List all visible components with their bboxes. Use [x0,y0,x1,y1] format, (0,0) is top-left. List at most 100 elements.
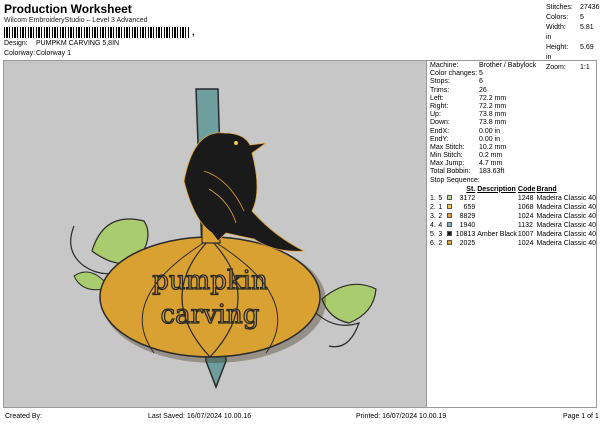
row-swatch [445,239,454,248]
table-row: 6. 2 2025 1024 Madeira Classic 40 [430,239,596,248]
col-brand: Brand [536,185,557,193]
row-number: 3. [430,212,436,220]
info-row: Left: 72.2 mm [430,95,596,103]
info-row: Max Stitch: 10.2 mm [430,144,596,152]
info-row: Machine: Brother / Babylock [430,62,596,70]
design-preview: pumpkin carving [4,61,427,407]
row-description [477,239,518,248]
info-value: 72.2 mm [479,102,507,110]
color-swatch-icon [446,231,452,237]
row-number: 6. [430,239,436,247]
row-code: 1024 [517,239,534,247]
summary-row: Colors: 5 [546,13,600,23]
table-row: 3. 2 8829 1024 Madeira Classic 40 [430,212,596,221]
row-description [477,212,518,221]
footer-page: Page 1 of 1 [563,413,599,420]
table-header-row: St. Description Code Brand [430,185,596,194]
info-row: EndX: 0.00 in [430,128,596,136]
row-brand: Madeira Classic 40 [536,230,596,238]
info-value: 6 [479,78,483,86]
stop-sequence-table: St. Description Code Brand 1. 5 3172 1248 Ma… [430,185,596,248]
info-key: Color changes: [430,70,478,78]
pumpkin-body [99,236,321,358]
info-key: Up: [430,111,441,119]
design-label: Design: [4,40,28,47]
row-swatch [445,221,454,230]
row-swatch [445,230,454,239]
colorway-row: Colorway: Colorway 1 [4,50,71,57]
row-code: 1248 [517,194,534,202]
row-brand: Madeira Classic 40 [536,221,596,229]
software-subtitle: Wilcom EmbroideryStudio – Level 3 Advanc… [4,17,148,24]
row-description: Amber Black [477,230,517,238]
design-value: PUMPKM CARVING 5,8IN [35,40,120,47]
info-panel: Machine: Brother / Babylock Color changes… [430,62,596,406]
col-code: Code [517,185,536,193]
barcode-tail: , [192,27,195,37]
leaf-left-small-icon [73,271,105,291]
info-value: 4.7 mm [479,160,503,168]
info-value: 73.8 mm [479,111,507,119]
info-row: Down: 73.8 mm [430,119,596,127]
color-swatch-icon [446,222,452,228]
info-key: Left: [430,94,444,102]
row-brand: Madeira Classic 40 [536,203,596,211]
row-brand: Madeira Classic 40 [536,194,596,202]
info-key: Total Bobbin: [430,168,471,176]
row-stitches: 8829 [459,212,476,220]
info-value: Brother / Babylock [479,62,537,69]
row-stitches: 659 [463,203,476,211]
info-row: Max Jump: 4.7 mm [430,160,596,168]
table-row: 1. 5 3172 1248 Madeira Classic 40 [430,194,596,203]
row-swatch [445,203,454,212]
info-key: Stops: [430,78,450,86]
row-number: 4. [430,221,436,229]
row-code: 1132 [517,221,533,229]
design-text-line2: carving [161,300,260,330]
info-value: 0.00 in [479,127,501,135]
row-brand: Madeira Classic 40 [536,239,596,247]
row-description [477,221,518,230]
row-stitches: 1940 [459,221,476,229]
row-stitches: 10813 [455,230,476,238]
row-description [477,203,518,212]
row-stitches: 2025 [459,239,476,247]
row-description [477,194,518,203]
info-value: 5 [479,70,483,78]
row-swatch [445,194,454,203]
summary-value: 27436 [580,4,600,11]
summary-key: Stitches: [546,4,573,11]
embroidery-design: pumpkin carving [70,88,377,390]
row-code: 1024 [517,212,534,220]
summary-value: 5 [580,14,584,21]
table-row: 2. 1 659 1068 Madeira Classic 40 [430,203,596,212]
row-code: 1068 [517,203,534,211]
summary-row: Stitches: 27436 [546,3,600,13]
info-key: Max Jump: [430,160,465,168]
row-code: 1007 [517,230,534,238]
info-key: Min Stitch: [430,152,463,160]
leaf-right-icon [321,283,377,324]
info-value: 73.8 mm [479,119,507,127]
summary-key: Colors: [546,14,569,21]
color-swatch-icon [446,195,452,201]
col-description: Description [477,185,516,193]
color-swatch-icon [446,213,452,219]
barcode [4,27,190,38]
row-number: 5. [430,230,436,238]
table-row: 4. 4 1940 1132 Madeira Classic 40 [430,221,596,230]
summary-key: Width: [546,24,566,31]
info-key: Right: [430,102,449,110]
summary-key: Height: [546,44,569,51]
info-value: 26 [479,86,487,94]
colorway-label: Colorway: [4,50,36,57]
info-key: Down: [430,119,450,127]
info-row: Color changes: 5 [430,70,596,78]
info-row: Stops: 6 [430,78,596,86]
footer-saved: Last Saved: 16/07/2024 10.00.16 [148,413,252,420]
color-swatch-icon [446,240,452,246]
info-value: 0.00 in [479,135,501,143]
row-brand: Madeira Classic 40 [536,212,596,220]
info-key: Machine: [430,62,459,69]
info-row: Min Stitch: 0.2 mm [430,152,596,160]
